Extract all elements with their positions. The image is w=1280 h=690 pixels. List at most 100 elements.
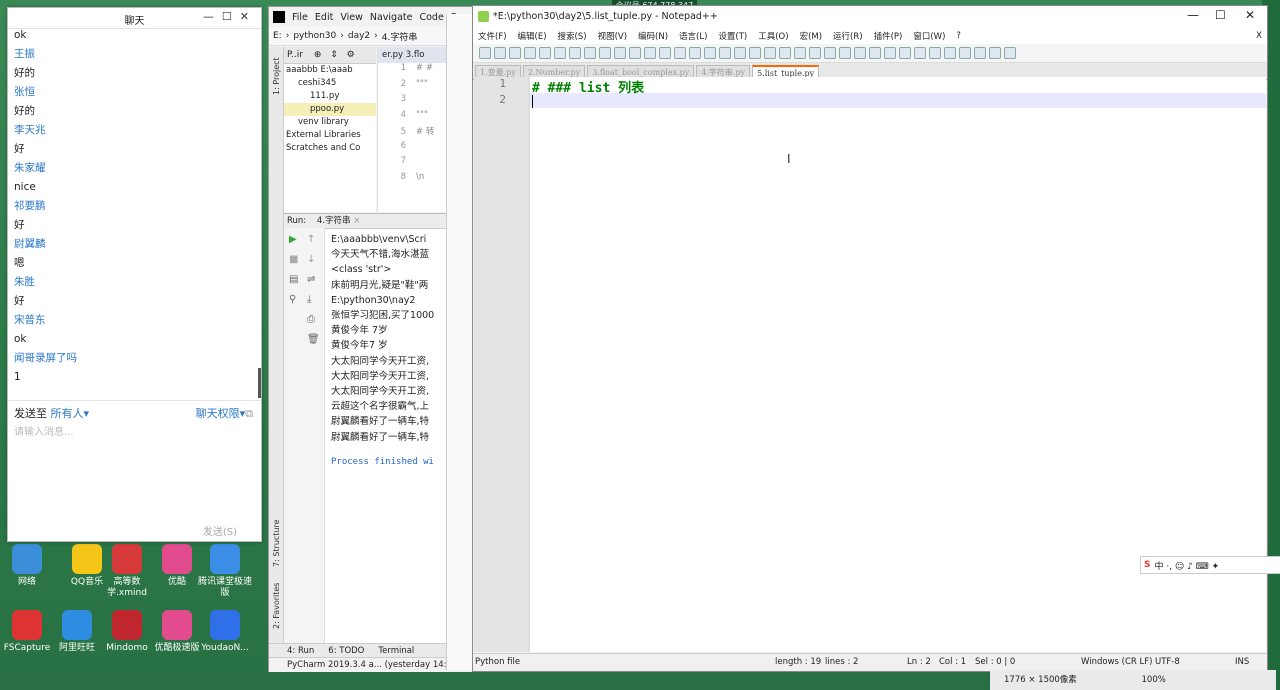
breadcrumb-item[interactable]: E: — [273, 31, 282, 41]
toolbar-button-icon[interactable] — [989, 47, 1001, 59]
status-eol[interactable]: Windows (CR LF) — [1081, 657, 1152, 667]
menu-item[interactable]: 视图(V) — [598, 30, 627, 42]
menu-item[interactable]: Code — [419, 12, 443, 23]
wrap-icon[interactable]: ⇌ — [307, 274, 315, 285]
toolbar-button-icon[interactable] — [959, 47, 971, 59]
toolbar-button-icon[interactable] — [824, 47, 836, 59]
bottom-tool-tab[interactable]: 6: TODO — [328, 646, 364, 656]
desktop-icon[interactable]: 高等数学.xmind — [100, 544, 154, 599]
code-text[interactable]: \n — [416, 172, 424, 182]
tree-item[interactable]: Scratches and Co — [284, 142, 376, 155]
desktop-icon[interactable]: FSCapture — [0, 610, 54, 654]
toolbar-button-icon[interactable] — [509, 47, 521, 59]
toolbar-button-icon[interactable] — [854, 47, 866, 59]
status-encoding[interactable]: UTF-8 — [1155, 657, 1180, 667]
target-icon[interactable]: ⊕ — [314, 50, 322, 60]
toolbar-button-icon[interactable] — [674, 47, 686, 59]
chat-sender-name[interactable]: 王振 — [14, 45, 254, 64]
chat-sender-name[interactable]: 宋普东 — [14, 311, 254, 330]
zoom-level[interactable]: 100% — [1142, 675, 1166, 685]
ime-tools[interactable]: 中 ·, ☺ ♪ ⌨ ✦ — [1154, 559, 1219, 572]
chat-permission-button[interactable]: 聊天权限▾⧉ — [196, 405, 253, 421]
breadcrumb-item[interactable]: 4.字符串 — [382, 30, 418, 43]
chat-sender-name[interactable]: 朱胜 — [14, 273, 254, 292]
desktop-icon[interactable]: 优酷 — [150, 544, 204, 588]
menu-item[interactable]: Navigate — [370, 12, 413, 23]
toolbar-button-icon[interactable] — [689, 47, 701, 59]
menu-item[interactable]: 运行(R) — [833, 30, 863, 42]
chat-sender-name[interactable]: 尉翼麟 — [14, 235, 254, 254]
tree-item[interactable]: ceshi345 — [284, 77, 376, 90]
tree-item[interactable]: 111.py — [284, 90, 376, 103]
toolbar-button-icon[interactable] — [749, 47, 761, 59]
toolbar-button-icon[interactable] — [599, 47, 611, 59]
code-text[interactable]: # 转 — [416, 127, 434, 137]
code-text[interactable]: """ — [416, 79, 428, 89]
stop-icon[interactable]: ■ — [289, 254, 298, 265]
breadcrumb-item[interactable]: python30 — [293, 31, 336, 41]
desktop-icon[interactable]: 腾讯课堂极速版 — [198, 544, 252, 599]
chat-sender-name[interactable]: 闻哥录屏了吗 — [14, 349, 254, 368]
up-arrow-icon[interactable]: ↑ — [307, 234, 315, 245]
gear-icon[interactable]: ⚙ — [347, 50, 355, 60]
desktop-icon[interactable]: YoudaoN... — [198, 610, 252, 654]
menu-item[interactable]: 工具(O) — [758, 30, 788, 42]
menu-item[interactable]: View — [340, 12, 363, 23]
scroll-end-icon[interactable]: ⤓ — [307, 294, 311, 305]
toolbar-button-icon[interactable] — [539, 47, 551, 59]
chat-sender-name[interactable]: 张恒 — [14, 83, 254, 102]
ime-toolbar[interactable]: S 中 ·, ☺ ♪ ⌨ ✦ — [1140, 556, 1280, 574]
sidebar-structure-label[interactable]: 7: Structure — [272, 519, 281, 567]
send-to-selector[interactable]: 发送至 所有人▾ — [14, 405, 89, 421]
sidebar-project-label[interactable]: 1: Project — [272, 57, 281, 95]
project-label[interactable]: P..ir — [287, 50, 303, 60]
toolbar-button-icon[interactable] — [659, 47, 671, 59]
code-text[interactable]: """ — [416, 110, 428, 120]
toolbar-button-icon[interactable] — [899, 47, 911, 59]
chat-sender-name[interactable]: 朱家耀 — [14, 159, 254, 178]
toolbar-button-icon[interactable] — [1004, 47, 1016, 59]
maximize-icon[interactable]: ☐ — [1215, 8, 1226, 22]
desktop-icon[interactable]: 阿里旺旺 — [50, 610, 104, 654]
desktop-icon[interactable]: 网络 — [0, 544, 54, 588]
menu-item[interactable]: 插件(P) — [874, 30, 903, 42]
chat-sender-name[interactable]: 李天兆 — [14, 121, 254, 140]
message-input[interactable]: 请输入消息... — [14, 423, 74, 438]
toolbar-button-icon[interactable] — [629, 47, 641, 59]
menu-item[interactable]: 编码(N) — [638, 30, 668, 42]
toolbar-button-icon[interactable] — [494, 47, 506, 59]
menu-item[interactable]: File — [292, 12, 308, 23]
play-icon[interactable]: ▶ — [289, 234, 297, 245]
toolbar-button-icon[interactable] — [914, 47, 926, 59]
popout-icon[interactable]: ⧉ — [245, 407, 253, 420]
layout-icon[interactable]: ▤ — [289, 274, 298, 285]
desktop-icon[interactable]: 优酷极速版 — [150, 610, 204, 654]
print-icon[interactable]: ⎙ — [307, 314, 315, 325]
menu-item[interactable]: 语言(L) — [679, 30, 707, 42]
menu-item[interactable]: 编辑(E) — [518, 30, 547, 42]
toolbar-button-icon[interactable] — [974, 47, 986, 59]
toolbar-button-icon[interactable] — [524, 47, 536, 59]
breadcrumb-item[interactable]: day2 — [348, 31, 370, 41]
tree-item[interactable]: ppoo.py — [284, 103, 376, 116]
menu-item[interactable]: 文件(F) — [478, 30, 507, 42]
editor-tab[interactable]: er.py 3.flo — [378, 47, 446, 63]
menu-item[interactable]: 窗口(W) — [913, 30, 945, 42]
tree-item[interactable]: aaabbb E:\aaab — [284, 64, 376, 77]
run-tab[interactable]: 4.字符串 — [317, 216, 351, 226]
close-icon[interactable]: × — [353, 216, 360, 226]
toolbar-button-icon[interactable] — [764, 47, 776, 59]
menu-item[interactable]: 设置(T) — [718, 30, 747, 42]
chat-scrollbar[interactable] — [258, 368, 261, 398]
send-button[interactable]: 发送(S) — [203, 523, 237, 538]
minimize-icon[interactable]: — — [1187, 8, 1199, 22]
bottom-tool-tab[interactable]: Terminal — [378, 646, 414, 656]
menu-item[interactable]: 搜索(S) — [558, 30, 587, 42]
toolbar-button-icon[interactable] — [929, 47, 941, 59]
tree-item[interactable]: External Libraries — [284, 129, 376, 142]
toolbar-button-icon[interactable] — [944, 47, 956, 59]
window-controls[interactable]: —☐✕ — [203, 10, 257, 23]
toolbar-button-icon[interactable] — [719, 47, 731, 59]
trash-icon[interactable]: 🗑 — [307, 334, 320, 345]
menu-item[interactable]: Edit — [315, 12, 333, 23]
